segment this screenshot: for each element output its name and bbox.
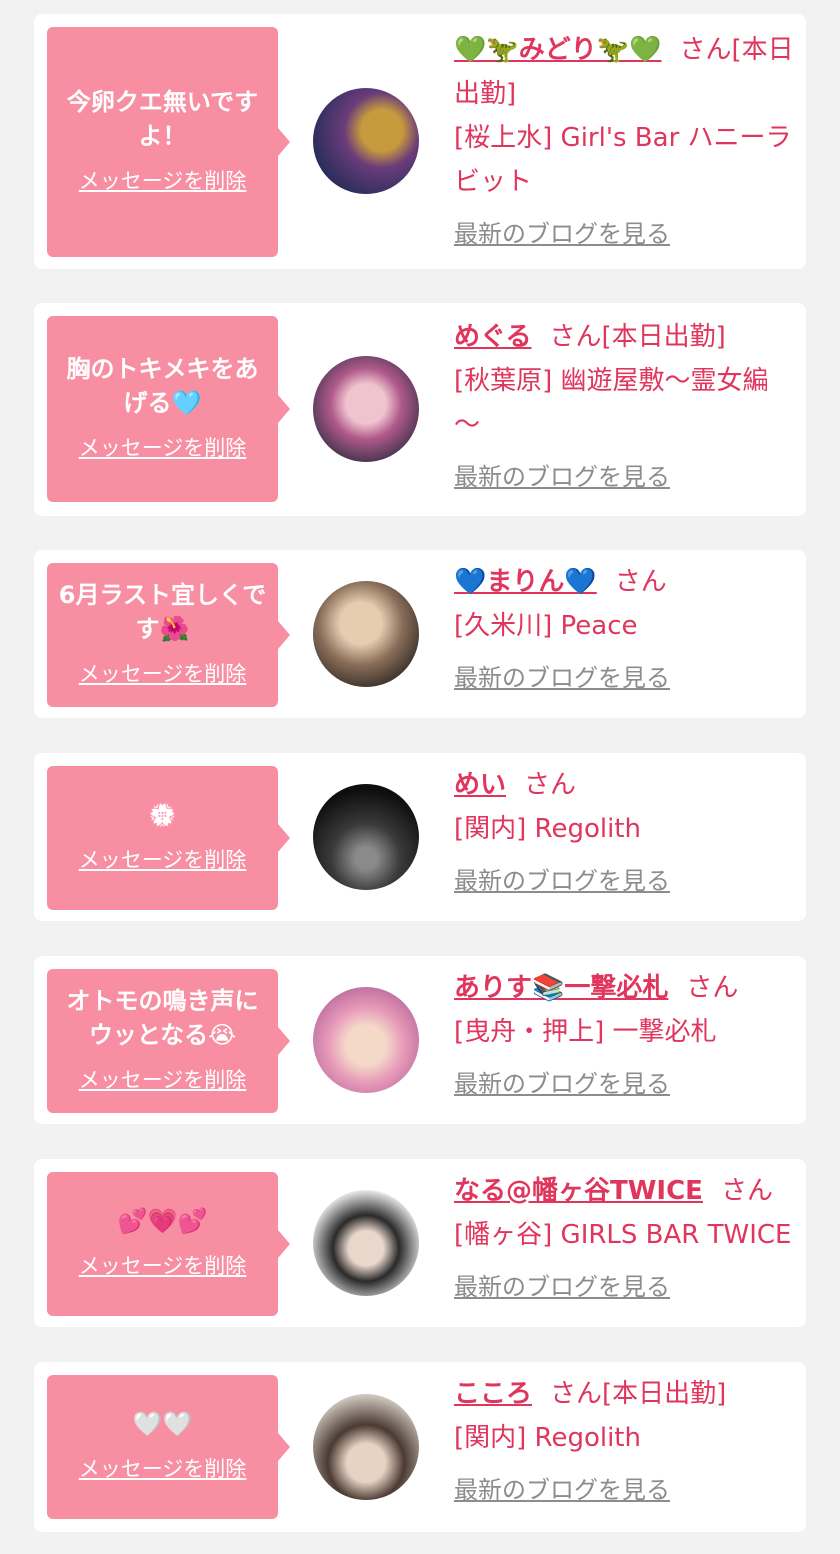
cast-info: めい さん [関内] Regolith 最新のブログを見る <box>454 763 794 896</box>
message-text: オトモの鳴き声にウッとなる😭 <box>66 987 259 1049</box>
avatar[interactable] <box>313 987 419 1093</box>
cast-name-link[interactable]: 💚🦖みどり🦖💚 <box>454 35 662 65</box>
message-bubble: 今卵クエ無いですよ！ メッセージを削除 <box>47 27 290 257</box>
shop-name: [関内] Regolith <box>454 1423 641 1453</box>
message-bubble: 胸のトキメキをあげる🩵 メッセージを削除 <box>47 316 290 502</box>
delete-message-link[interactable]: メッセージを削除 <box>79 165 247 195</box>
message-card: 6月ラスト宜しくです🌺 メッセージを削除 💙まりん💙 さん [久米川] Peace… <box>34 550 806 718</box>
message-text: 🤍🤍 <box>132 1410 193 1438</box>
cast-info: なる@幡ヶ谷TWICE さん [幡ヶ谷] GIRLS BAR TWICE 最新のブ… <box>454 1169 794 1302</box>
delete-message-link[interactable]: メッセージを削除 <box>79 1453 247 1483</box>
message-text: 胸のトキメキをあげる🩵 <box>66 355 259 417</box>
message-card: 今卵クエ無いですよ！ メッセージを削除 💚🦖みどり🦖💚 さん[本日出勤] [桜上水… <box>34 14 806 269</box>
cast-name-link[interactable]: こころ <box>454 1379 532 1409</box>
latest-blog-link[interactable]: 最新のブログを見る <box>454 658 670 693</box>
delete-message-link[interactable]: メッセージを削除 <box>79 658 247 688</box>
message-card: 🤍🤍 メッセージを削除 こころ さん[本日出勤] [関内] Regolith 最新… <box>34 1362 806 1532</box>
cast-info: 💚🦖みどり🦖💚 さん[本日出勤] [桜上水] Girl's Bar ハニーラビット… <box>454 28 794 249</box>
avatar[interactable] <box>313 356 419 462</box>
latest-blog-link[interactable]: 最新のブログを見る <box>454 1064 670 1099</box>
delete-message-link[interactable]: メッセージを削除 <box>79 1064 247 1094</box>
message-bubble: 💕💗💕 メッセージを削除 <box>47 1172 290 1316</box>
shop-name: [秋葉原] 幽遊屋敷～霊女編～ <box>454 366 769 440</box>
cast-suffix: さん <box>686 973 739 1003</box>
shop-name: [幡ヶ谷] GIRLS BAR TWICE <box>454 1220 792 1250</box>
cast-suffix: さん <box>524 770 577 800</box>
cast-info: ありす📚一撃必札 さん [曳舟・押上] 一撃必札 最新のブログを見る <box>454 966 794 1099</box>
cast-suffix: さん <box>614 567 667 597</box>
cast-suffix: さん[本日出勤] <box>549 322 726 352</box>
latest-blog-link[interactable]: 最新のブログを見る <box>454 1470 670 1505</box>
cast-suffix: さん[本日出勤] <box>550 1379 727 1409</box>
message-text: 6月ラスト宜しくです🌺 <box>58 581 267 643</box>
message-bubble: 6月ラスト宜しくです🌺 メッセージを削除 <box>47 563 290 707</box>
cast-info: めぐる さん[本日出勤] [秋葉原] 幽遊屋敷～霊女編～ 最新のブログを見る <box>454 315 794 492</box>
cast-info: こころ さん[本日出勤] [関内] Regolith 最新のブログを見る <box>454 1372 794 1505</box>
message-text: 💮 <box>147 801 178 829</box>
delete-message-link[interactable]: メッセージを削除 <box>79 844 247 874</box>
cast-name-link[interactable]: めい <box>454 770 506 800</box>
avatar[interactable] <box>313 581 419 687</box>
message-text: 💕💗💕 <box>117 1207 208 1235</box>
message-bubble: オトモの鳴き声にウッとなる😭 メッセージを削除 <box>47 969 290 1113</box>
message-bubble: 🤍🤍 メッセージを削除 <box>47 1375 290 1519</box>
message-card: 胸のトキメキをあげる🩵 メッセージを削除 めぐる さん[本日出勤] [秋葉原] 幽… <box>34 303 806 516</box>
latest-blog-link[interactable]: 最新のブログを見る <box>454 861 670 896</box>
avatar[interactable] <box>313 1190 419 1296</box>
cast-suffix: さん <box>720 1176 773 1206</box>
message-bubble: 💮 メッセージを削除 <box>47 766 290 910</box>
cast-name-link[interactable]: めぐる <box>454 322 531 352</box>
message-text: 今卵クエ無いですよ！ <box>66 88 259 150</box>
cast-name-link[interactable]: 💙まりん💙 <box>454 567 597 597</box>
shop-name: [久米川] Peace <box>454 611 638 641</box>
shop-name: [桜上水] Girl's Bar ハニーラビット <box>454 123 792 197</box>
delete-message-link[interactable]: メッセージを削除 <box>79 432 247 462</box>
avatar[interactable] <box>313 1394 419 1500</box>
message-list: 今卵クエ無いですよ！ メッセージを削除 💚🦖みどり🦖💚 さん[本日出勤] [桜上水… <box>0 0 840 1554</box>
latest-blog-link[interactable]: 最新のブログを見る <box>454 214 670 249</box>
avatar[interactable] <box>313 88 419 194</box>
shop-name: [曳舟・押上] 一撃必札 <box>454 1017 717 1047</box>
cast-name-link[interactable]: ありす📚一撃必札 <box>454 973 668 1003</box>
message-card: 💕💗💕 メッセージを削除 なる@幡ヶ谷TWICE さん [幡ヶ谷] GIRLS B… <box>34 1159 806 1327</box>
cast-name-link[interactable]: なる@幡ヶ谷TWICE <box>454 1176 703 1206</box>
message-card: オトモの鳴き声にウッとなる😭 メッセージを削除 ありす📚一撃必札 さん [曳舟・押… <box>34 956 806 1124</box>
shop-name: [関内] Regolith <box>454 814 641 844</box>
latest-blog-link[interactable]: 最新のブログを見る <box>454 457 670 492</box>
cast-info: 💙まりん💙 さん [久米川] Peace 最新のブログを見る <box>454 560 794 693</box>
message-card: 💮 メッセージを削除 めい さん [関内] Regolith 最新のブログを見る <box>34 753 806 921</box>
delete-message-link[interactable]: メッセージを削除 <box>79 1250 247 1280</box>
avatar[interactable] <box>313 784 419 890</box>
latest-blog-link[interactable]: 最新のブログを見る <box>454 1267 670 1302</box>
